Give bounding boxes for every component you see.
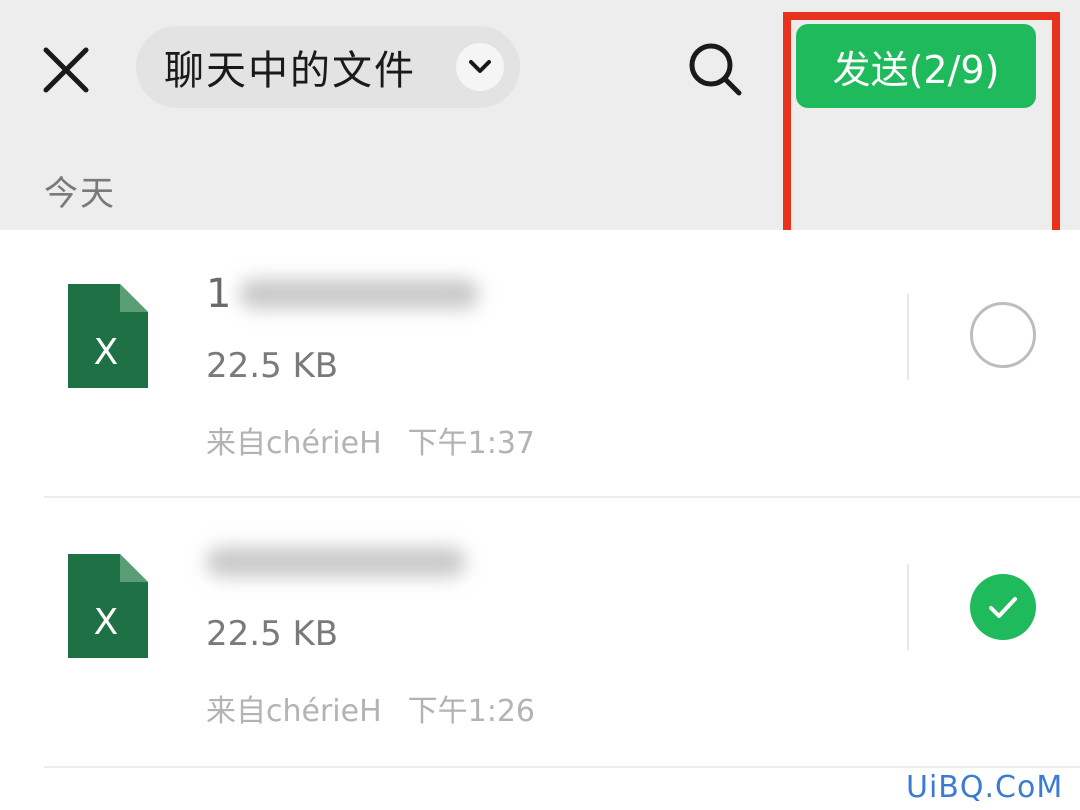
svg-text:X: X	[94, 332, 119, 373]
file-time: 下午1:26	[407, 694, 536, 729]
file-meta: 来自chérieH 下午1:37	[206, 418, 535, 462]
blurred-file-name	[206, 547, 466, 577]
file-meta: 来自chérieH 下午1:26	[206, 686, 535, 730]
file-sender: 来自chérieH	[206, 694, 382, 729]
chevron-down-icon	[456, 43, 504, 91]
row-divider	[907, 564, 909, 650]
blurred-file-name	[239, 279, 480, 309]
file-name: 1	[206, 271, 486, 317]
file-time: 下午1:37	[407, 426, 536, 461]
close-button[interactable]	[38, 42, 94, 98]
select-checkbox-checked[interactable]	[970, 574, 1036, 640]
file-size: 22.5 KB	[206, 346, 339, 386]
row-divider	[907, 294, 909, 380]
list-divider	[44, 766, 1080, 768]
file-name	[206, 540, 486, 584]
page-title: 聊天中的文件	[164, 48, 416, 94]
section-label-today: 今天	[44, 174, 116, 214]
file-sender: 来自chérieH	[206, 426, 382, 461]
excel-file-icon: X	[68, 554, 148, 658]
search-icon	[689, 43, 742, 96]
watermark: UiBQ.CoM	[906, 770, 1064, 805]
svg-text:X: X	[94, 602, 119, 643]
file-size: 22.5 KB	[206, 614, 339, 654]
file-list-item[interactable]: X 1 22.5 KB 来自chérieH 下午1:37	[0, 230, 1080, 500]
send-button[interactable]: 发送(2/9)	[796, 24, 1036, 108]
close-icon	[43, 47, 89, 93]
file-source-dropdown[interactable]: 聊天中的文件	[136, 26, 520, 108]
select-checkbox[interactable]	[970, 302, 1036, 368]
checkmark-icon	[989, 597, 1017, 618]
excel-file-icon: X	[68, 284, 148, 388]
file-name-visible-part: 1	[206, 271, 232, 317]
file-list-item[interactable]: X 22.5 KB 来自chérieH 下午1:26	[0, 498, 1080, 768]
search-button[interactable]	[684, 38, 746, 100]
top-bar: 聊天中的文件 发送(2/9) 今天	[0, 0, 1080, 230]
